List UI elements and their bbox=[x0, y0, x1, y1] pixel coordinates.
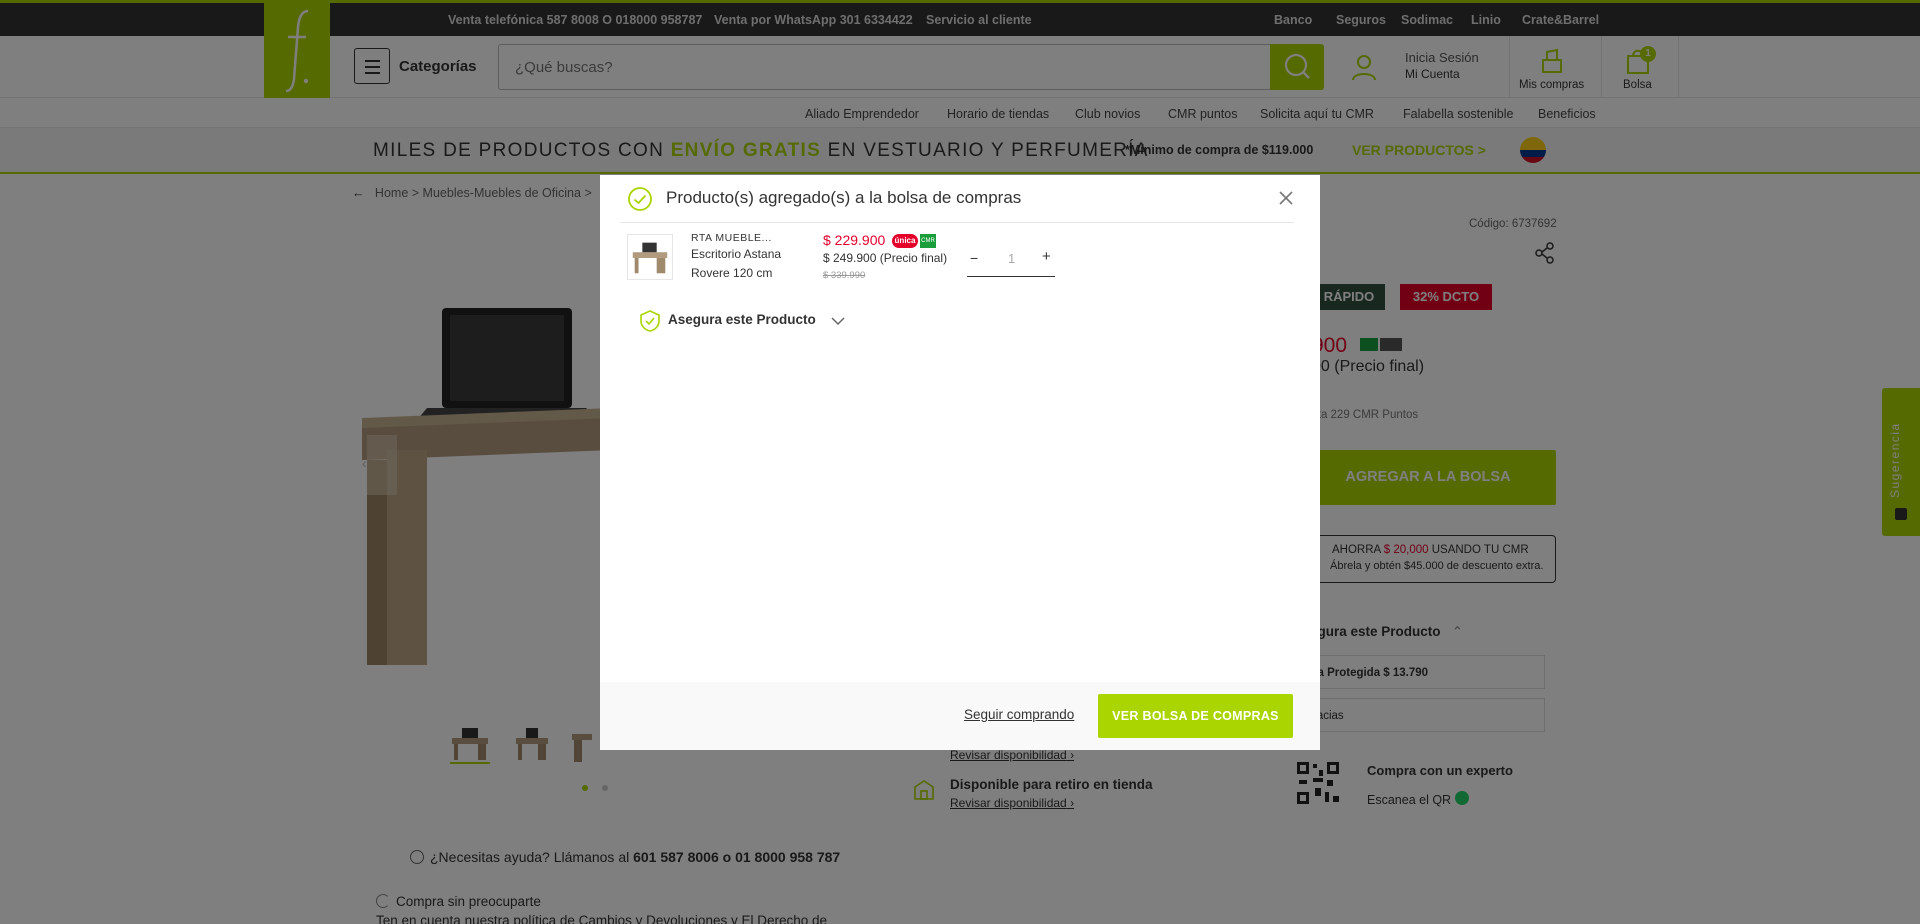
close-icon[interactable] bbox=[1277, 189, 1295, 207]
cart-item-image bbox=[627, 234, 673, 280]
added-to-bag-modal bbox=[600, 175, 1320, 750]
quantity-value[interactable]: 1 bbox=[1008, 251, 1015, 266]
check-circle-icon bbox=[628, 187, 652, 211]
continue-shopping-link[interactable]: Seguir comprando bbox=[964, 707, 1074, 722]
cart-item-old-price: $ 339.990 bbox=[823, 270, 866, 281]
view-bag-button[interactable]: VER BOLSA DE COMPRAS bbox=[1098, 694, 1293, 738]
quantity-decrease-button[interactable]: − bbox=[970, 250, 978, 266]
insure-product-toggle[interactable]: Asegura este Producto bbox=[668, 312, 816, 327]
chevron-down-icon[interactable] bbox=[830, 315, 846, 327]
modal-divider bbox=[620, 222, 1294, 223]
quantity-increase-button[interactable]: + bbox=[1042, 248, 1051, 265]
cart-item-name-line2: Rovere 120 cm bbox=[691, 266, 773, 280]
cart-item-name: Escritorio Astana bbox=[691, 247, 782, 261]
shield-check-icon bbox=[640, 310, 660, 332]
cart-item-brand: RTA MUEBLE... bbox=[691, 232, 772, 244]
cart-item-price: $ 229.900 bbox=[823, 232, 886, 248]
quantity-underline bbox=[967, 276, 1055, 277]
unica-badge: única bbox=[892, 234, 918, 248]
cmr-badge: CMR bbox=[920, 234, 936, 248]
modal-title: Producto(s) agregado(s) a la bolsa de co… bbox=[666, 188, 1022, 207]
cart-item-final-price: $ 249.900 (Precio final) bbox=[823, 251, 948, 265]
